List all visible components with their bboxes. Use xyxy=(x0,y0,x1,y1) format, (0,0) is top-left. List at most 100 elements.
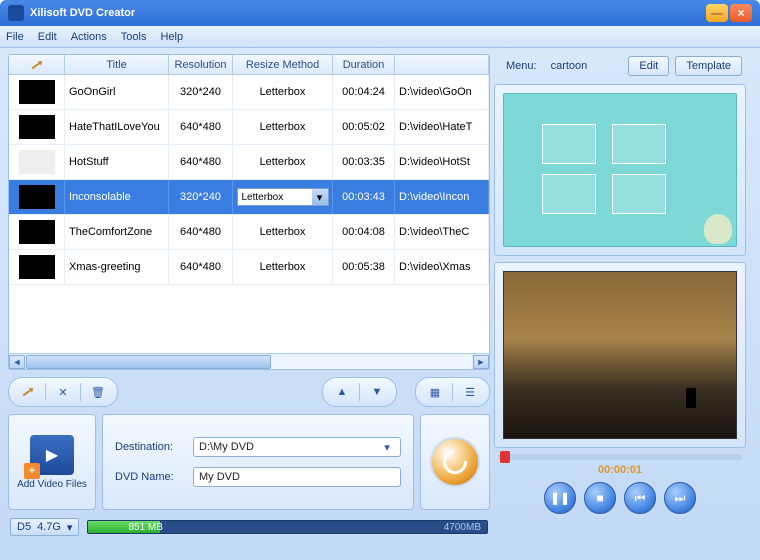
burn-button[interactable] xyxy=(430,437,480,487)
menu-file[interactable]: File xyxy=(6,31,24,43)
scroll-left-button[interactable]: ◄ xyxy=(9,355,25,369)
pencil-icon xyxy=(31,60,42,69)
move-up-button[interactable]: ▲ xyxy=(331,381,353,403)
table-row[interactable]: HotStuff640*480Letterbox00:03:35D:\video… xyxy=(9,145,489,180)
cell-title: TheComfortZone xyxy=(65,215,169,249)
cell-title: Inconsolable xyxy=(65,180,169,214)
resize-method-select[interactable]: Letterbox▾ xyxy=(237,188,329,206)
video-preview[interactable] xyxy=(494,262,746,448)
disc-type: D5 xyxy=(17,521,31,533)
menu-slot xyxy=(612,174,666,214)
menu-template-button[interactable]: Template xyxy=(675,56,742,76)
video-thumbnail xyxy=(19,185,55,209)
video-thumbnail xyxy=(19,150,55,174)
column-resize-method[interactable]: Resize Method xyxy=(233,55,333,74)
cell-resolution: 640*480 xyxy=(169,110,233,144)
scroll-thumb[interactable] xyxy=(26,355,271,369)
cell-title: HotStuff xyxy=(65,145,169,179)
cell-title: HateThatILoveYou xyxy=(65,110,169,144)
column-edit-icon[interactable] xyxy=(9,55,65,74)
edit-button[interactable] xyxy=(17,381,39,403)
cell-duration: 00:05:38 xyxy=(333,250,395,284)
menu-slot xyxy=(612,124,666,164)
trash-button[interactable]: 🗑 xyxy=(87,381,109,403)
add-video-icon: + xyxy=(30,435,74,475)
cell-resize: Letterbox xyxy=(233,250,333,284)
cell-duration: 00:04:24 xyxy=(333,75,395,109)
table-row[interactable]: Xmas-greeting640*480Letterbox00:05:38D:\… xyxy=(9,250,489,285)
video-thumbnail xyxy=(19,220,55,244)
disc-total: 4700MB xyxy=(444,521,481,534)
table-row[interactable]: Inconsolable320*240Letterbox▾00:03:43D:\… xyxy=(9,180,489,215)
menu-slot xyxy=(542,174,596,214)
cell-resize: Letterbox xyxy=(233,145,333,179)
menu-name: cartoon xyxy=(551,60,623,72)
cell-resolution: 640*480 xyxy=(169,145,233,179)
app-logo xyxy=(8,5,24,21)
column-resolution[interactable]: Resolution xyxy=(169,55,233,74)
video-thumbnail xyxy=(19,80,55,104)
chevron-down-icon: ▾ xyxy=(67,521,73,534)
cell-title: Xmas-greeting xyxy=(65,250,169,284)
destination-value: D:\My DVD xyxy=(199,441,379,453)
cell-duration: 00:04:08 xyxy=(333,215,395,249)
menu-label: Menu: xyxy=(498,58,545,74)
menu-tools[interactable]: Tools xyxy=(121,31,147,43)
horizontal-scrollbar[interactable]: ◄ ► xyxy=(9,353,489,369)
cell-resolution: 640*480 xyxy=(169,215,233,249)
pause-button[interactable]: ❚❚ xyxy=(544,482,576,514)
cell-path: D:\video\Incon xyxy=(395,180,489,214)
video-thumbnail xyxy=(19,255,55,279)
plus-icon: + xyxy=(24,463,40,479)
seek-bar[interactable] xyxy=(498,454,742,460)
cell-resize: Letterbox xyxy=(233,75,333,109)
delete-button[interactable]: ✕ xyxy=(52,381,74,403)
column-duration[interactable]: Duration xyxy=(333,55,395,74)
dvd-name-field[interactable]: My DVD xyxy=(193,467,401,487)
table-row[interactable]: HateThatILoveYou640*480Letterbox00:05:02… xyxy=(9,110,489,145)
table-row[interactable]: GoOnGirl320*240Letterbox00:04:24D:\video… xyxy=(9,75,489,110)
move-down-button[interactable]: ▼ xyxy=(366,381,388,403)
menu-actions[interactable]: Actions xyxy=(71,31,107,43)
column-title[interactable]: Title xyxy=(65,55,169,74)
cell-duration: 00:05:02 xyxy=(333,110,395,144)
chevron-down-icon[interactable]: ▾ xyxy=(379,438,395,456)
cell-duration: 00:03:43 xyxy=(333,180,395,214)
window-title: Xilisoft DVD Creator xyxy=(30,7,706,19)
chevron-down-icon[interactable]: ▾ xyxy=(312,189,328,205)
titlebar: Xilisoft DVD Creator — × xyxy=(0,0,760,26)
menu-help[interactable]: Help xyxy=(160,31,183,43)
disc-usage-bar: 851 MB 4700MB xyxy=(87,520,488,534)
cell-title: GoOnGirl xyxy=(65,75,169,109)
disc-used: 851 MB xyxy=(128,521,162,534)
destination-label: Destination: xyxy=(115,441,185,453)
menu-edit[interactable]: Edit xyxy=(38,31,57,43)
cell-path: D:\video\GoOn xyxy=(395,75,489,109)
seek-handle[interactable] xyxy=(500,451,510,463)
close-button[interactable]: × xyxy=(730,4,752,22)
next-button[interactable]: ⏭ xyxy=(664,482,696,514)
disc-type-select[interactable]: D5 4.7G ▾ xyxy=(10,518,79,536)
destination-field[interactable]: D:\My DVD ▾ xyxy=(193,437,401,457)
scroll-right-button[interactable]: ► xyxy=(473,355,489,369)
stop-button[interactable]: ■ xyxy=(584,482,616,514)
menu-edit-button[interactable]: Edit xyxy=(628,56,669,76)
column-path[interactable] xyxy=(395,55,489,74)
add-video-files-button[interactable]: + Add Video Files xyxy=(8,414,96,510)
cell-resize: Letterbox xyxy=(233,110,333,144)
cartoon-character-icon xyxy=(704,214,732,244)
prev-button[interactable]: ⏮ xyxy=(624,482,656,514)
view-thumbnails-button[interactable]: ▦ xyxy=(424,381,446,403)
table-row[interactable]: TheComfortZone640*480Letterbox00:04:08D:… xyxy=(9,215,489,250)
minimize-button[interactable]: — xyxy=(706,4,728,22)
menu-preview[interactable] xyxy=(494,84,746,256)
cell-resolution: 320*240 xyxy=(169,180,233,214)
add-video-label: Add Video Files xyxy=(17,479,87,490)
view-list-button[interactable]: ☰ xyxy=(459,381,481,403)
playback-time: 00:00:01 xyxy=(598,464,642,476)
cell-resize[interactable]: Letterbox▾ xyxy=(233,180,333,214)
menu-slot xyxy=(542,124,596,164)
dvd-name-label: DVD Name: xyxy=(115,471,185,483)
cell-path: D:\video\Xmas xyxy=(395,250,489,284)
disc-size: 4.7G xyxy=(37,521,61,533)
